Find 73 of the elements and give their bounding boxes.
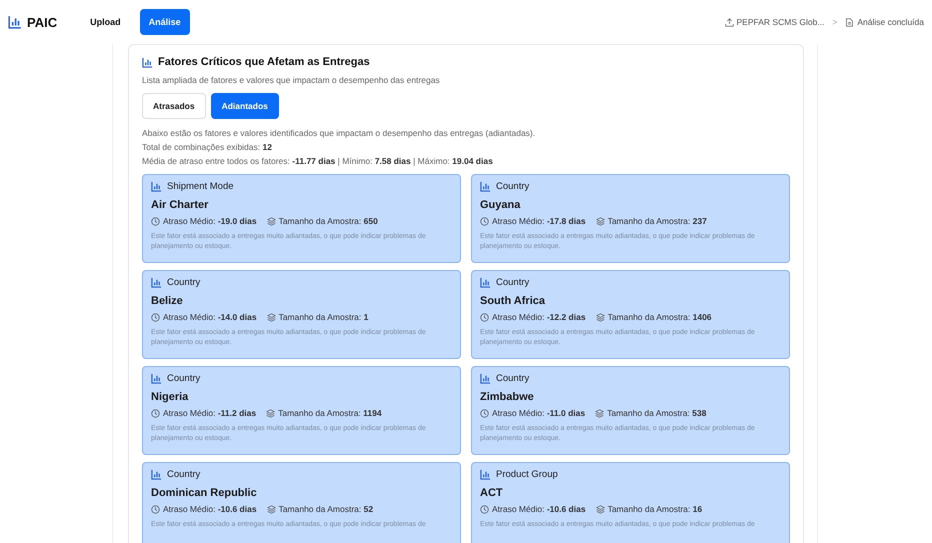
factor-category: Country — [167, 373, 200, 384]
chart-icon — [480, 277, 491, 288]
clock-icon — [151, 216, 160, 226]
factor-category: Country — [167, 469, 200, 480]
factor-value: ACT — [480, 487, 504, 499]
chart-icon — [480, 181, 491, 192]
average-delay: Atraso Médio: -14.0 dias — [163, 312, 257, 322]
chart-icon — [480, 373, 491, 384]
layers-icon — [266, 408, 276, 418]
factor-value: Zimbabwe — [480, 391, 535, 403]
chart-icon — [480, 469, 491, 480]
sample-size: Tamanho da Amostra: 1194 — [278, 408, 382, 418]
factor-category: Country — [496, 373, 530, 384]
sample-size: Tamanho da Amostra: 538 — [607, 408, 706, 418]
factor-value: Nigeria — [151, 391, 190, 403]
total-text: Total de combinações exibidas: 12 — [142, 142, 273, 152]
sample-size: Tamanho da Amostra: 237 — [608, 216, 707, 226]
status-breadcrumb: Análise concluída — [845, 17, 924, 27]
clock-icon — [480, 504, 489, 514]
stats-text: Média de atraso entre todos os fatores: -11.77 dias | Mínimo: 7.58 dias | Máximo: 19.04 dias — [142, 156, 494, 166]
nav-tab[interactable]: Análise — [140, 9, 190, 35]
layers-icon — [596, 216, 605, 226]
factor-category: Country — [496, 181, 530, 192]
clock-icon — [480, 408, 489, 418]
nav-tab[interactable]: Upload — [81, 10, 130, 34]
factor-category: Product Group — [496, 469, 558, 480]
intro-text: Abaixo estão os fatores e valores identificados que impactam o desempenho das entregas (adiantadas). — [142, 128, 536, 138]
chart-icon — [151, 373, 162, 384]
chart-icon — [151, 181, 162, 192]
chart-icon — [8, 15, 22, 29]
chart-icon — [151, 277, 162, 288]
clock-icon — [480, 216, 489, 226]
average-delay: Atraso Médio: -10.6 dias — [163, 504, 257, 514]
average-delay: Atraso Médio: -11.0 dias — [492, 408, 586, 418]
file-icon — [845, 18, 854, 26]
sample-size: Tamanho da Amostra: 1 — [278, 312, 368, 322]
factor-value: Air Charter — [151, 199, 210, 211]
breadcrumb-separator: > — [832, 17, 838, 27]
sample-size: Tamanho da Amostra: 16 — [608, 504, 702, 514]
factor-value: Dominican Republic — [151, 487, 258, 499]
upload-icon — [724, 18, 734, 26]
sample-size: Tamanho da Amostra: 650 — [278, 216, 378, 226]
factor-value: South Africa — [480, 295, 546, 307]
filter-tab[interactable]: Atrasados — [142, 93, 206, 119]
average-delay: Atraso Médio: -12.2 dias — [492, 312, 586, 322]
layers-icon — [266, 504, 276, 514]
app-name: PAIC — [27, 14, 58, 30]
factor-category: Country — [167, 277, 200, 288]
chart-icon — [151, 469, 162, 480]
layers-icon — [266, 216, 276, 226]
section-title: Fatores Críticos que Afetam as Entregas — [158, 56, 370, 68]
sample-size: Tamanho da Amostra: 52 — [278, 504, 374, 514]
chart-icon — [142, 56, 153, 68]
clock-icon — [151, 408, 160, 418]
layers-icon — [595, 408, 604, 418]
average-delay: Atraso Médio: -10.6 dias — [492, 504, 586, 514]
layers-icon — [266, 312, 276, 322]
file-breadcrumb[interactable]: PEPFAR SCMS Glob... — [724, 17, 824, 27]
factor-value: Belize — [151, 295, 184, 307]
average-delay: Atraso Médio: -17.8 dias — [492, 216, 586, 226]
factor-value: Guyana — [480, 199, 522, 211]
factor-category: Shipment Mode — [167, 181, 234, 192]
section-subtitle: Lista ampliada de fatores e valores que impactam o desempenho das entregas — [142, 75, 441, 85]
clock-icon — [480, 312, 489, 322]
layers-icon — [596, 504, 605, 514]
average-delay: Atraso Médio: -11.2 dias — [163, 408, 256, 418]
clock-icon — [151, 504, 160, 514]
average-delay: Atraso Médio: -19.0 dias — [163, 216, 257, 226]
filter-tab[interactable]: Adiantados — [210, 93, 279, 119]
layers-icon — [596, 312, 605, 322]
factor-category: Country — [496, 277, 530, 288]
clock-icon — [151, 312, 160, 322]
sample-size: Tamanho da Amostra: 1406 — [608, 312, 712, 322]
